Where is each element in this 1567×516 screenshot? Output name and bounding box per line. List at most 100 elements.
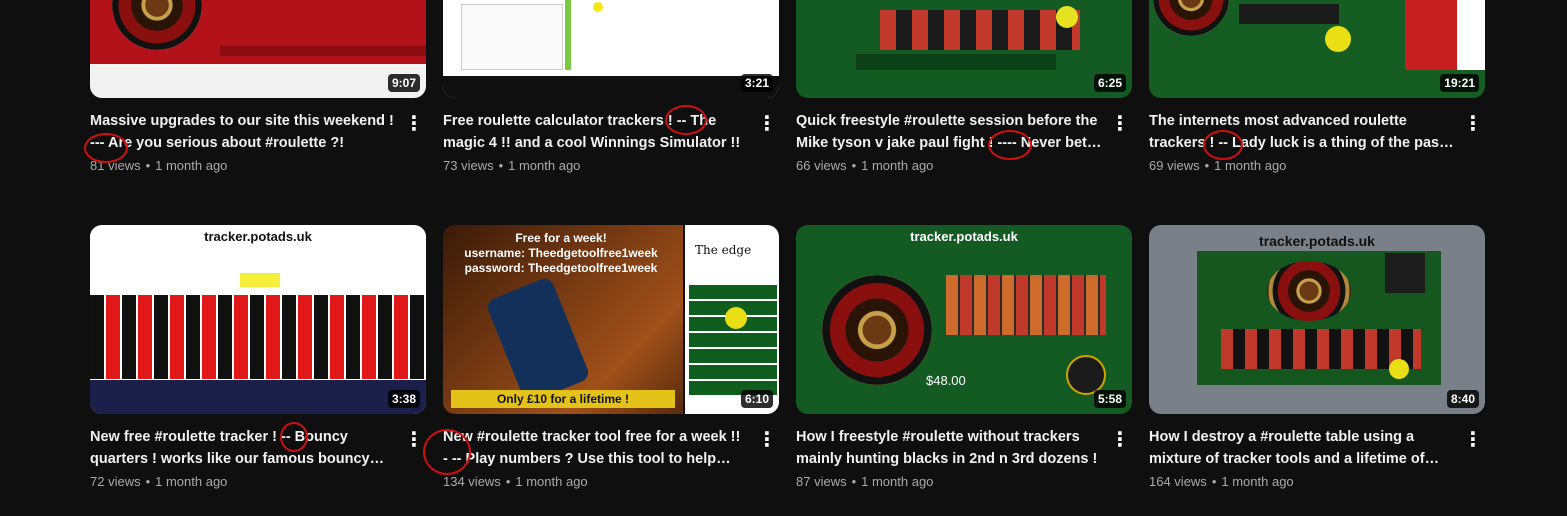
phone-image (484, 275, 592, 405)
cursor-highlight (240, 273, 280, 287)
separator-dot: • (505, 474, 511, 489)
video-thumbnail[interactable]: tracker.potads.uk 3:38 (90, 225, 426, 414)
video-thumbnail[interactable]: tracker.potads.uk 8:40 (1149, 225, 1485, 414)
app-number-grid (689, 285, 777, 395)
upload-age: 1 month ago (508, 158, 581, 173)
roulette-wheel-image (112, 0, 202, 50)
video-card[interactable]: tracker.potads.uk $48.00 5:58 How I free… (796, 225, 1132, 489)
video-card[interactable]: 19:21 The internets most advanced roulet… (1149, 0, 1485, 173)
duration-badge: 3:21 (740, 74, 773, 92)
video-stats: 164 views • 1 month ago (1149, 474, 1455, 489)
roulette-wheel-image (1267, 261, 1351, 321)
video-title[interactable]: How I destroy a #roulette table using a … (1149, 426, 1455, 470)
more-options-icon[interactable]: ⋮ (1461, 428, 1485, 451)
spin-button-image (1066, 355, 1106, 395)
view-count: 66 views (796, 158, 847, 173)
view-count: 87 views (796, 474, 847, 489)
video-thumbnail[interactable]: 19:21 (1149, 0, 1485, 98)
video-title[interactable]: Massive upgrades to our site this weeken… (90, 110, 396, 154)
separator-dot: • (498, 158, 504, 173)
hot-cold-panel (1385, 253, 1425, 293)
video-thumbnail[interactable]: Free for a week! username: Theedgetoolfr… (443, 225, 779, 414)
watermark-site: tracker.potads.uk (910, 229, 1018, 244)
video-title[interactable]: New #roulette tracker tool free for a we… (443, 426, 749, 470)
table-strip (220, 46, 426, 56)
promo-text: Free for a week! username: Theedgetoolfr… (443, 231, 679, 276)
promo-line-1: Free for a week! (515, 231, 607, 245)
video-title[interactable]: Free roulette calculator trackers ! -- T… (443, 110, 749, 154)
view-count: 164 views (1149, 474, 1207, 489)
number-column-image (1405, 0, 1457, 70)
separator-dot: • (851, 158, 857, 173)
duration-badge: 6:25 (1093, 74, 1126, 92)
video-card[interactable]: 3:21 Free roulette calculator trackers !… (443, 0, 779, 173)
promo-line-2: username: Theedgetoolfree1week (464, 246, 658, 260)
betting-table-image (946, 275, 1106, 335)
watermark-site: tracker.potads.uk (90, 229, 426, 244)
upload-age: 1 month ago (861, 158, 934, 173)
ads-banner (90, 380, 426, 414)
video-title[interactable]: How I freestyle #roulette without tracke… (796, 426, 1102, 470)
video-title[interactable]: The internets most advanced roulette tra… (1149, 110, 1455, 154)
video-thumbnail[interactable]: tracker.potads.uk $48.00 5:58 (796, 225, 1132, 414)
video-stats: 134 views • 1 month ago (443, 474, 749, 489)
side-panel (1457, 0, 1485, 70)
more-options-icon[interactable]: ⋮ (1108, 428, 1132, 451)
video-card[interactable]: tracker.potads.uk 8:40 How I destroy a #… (1149, 225, 1485, 489)
video-grid: 9:07 Massive upgrades to our site this w… (0, 0, 1567, 516)
upload-age: 1 month ago (155, 474, 228, 489)
app-title: The edge (695, 243, 752, 257)
cursor-highlight (725, 307, 747, 329)
duration-badge: 8:40 (1446, 390, 1479, 408)
tracker-panel-image (461, 4, 563, 70)
promo-line-3: password: Theedgetoolfree1week (464, 261, 658, 275)
separator-dot: • (145, 158, 151, 173)
separator-dot: • (851, 474, 857, 489)
duration-badge: 19:21 (1440, 74, 1479, 92)
controls-strip (856, 54, 1056, 70)
video-stats: 66 views • 1 month ago (796, 158, 1102, 173)
tracker-grid-image (90, 295, 426, 379)
app-screenshot: The edge (683, 225, 779, 414)
video-stats: 72 views • 1 month ago (90, 474, 396, 489)
view-count: 69 views (1149, 158, 1200, 173)
video-card[interactable]: tracker.potads.uk 3:38 New free #roulett… (90, 225, 426, 489)
video-title[interactable]: Quick freestyle #roulette session before… (796, 110, 1102, 154)
video-stats: 87 views • 1 month ago (796, 474, 1102, 489)
stats-panel (1239, 4, 1339, 24)
duration-badge: 9:07 (387, 74, 420, 92)
upload-age: 1 month ago (515, 474, 588, 489)
video-thumbnail[interactable]: 6:25 (796, 0, 1132, 98)
betting-table-image (880, 10, 1080, 50)
video-stats: 73 views • 1 month ago (443, 158, 749, 173)
more-options-icon[interactable]: ⋮ (755, 112, 779, 135)
video-stats: 69 views • 1 month ago (1149, 158, 1455, 173)
more-options-icon[interactable]: ⋮ (1108, 112, 1132, 135)
video-card[interactable]: 6:25 Quick freestyle #roulette session b… (796, 0, 1132, 173)
more-options-icon[interactable]: ⋮ (755, 428, 779, 451)
toolbar-strip (90, 64, 426, 98)
green-bar (565, 0, 571, 70)
video-card[interactable]: 9:07 Massive upgrades to our site this w… (84, 0, 426, 173)
video-card[interactable]: Free for a week! username: Theedgetoolfr… (423, 225, 779, 489)
more-options-icon[interactable]: ⋮ (402, 428, 426, 451)
video-title[interactable]: New free #roulette tracker ! -- Bouncy q… (90, 426, 396, 470)
video-thumbnail[interactable]: 9:07 (90, 0, 426, 98)
video-stats: 81 views • 1 month ago (90, 158, 396, 173)
cursor-highlight (1389, 359, 1409, 379)
cursor-highlight (1325, 26, 1351, 52)
watermark-site: tracker.potads.uk (1259, 233, 1375, 249)
bottom-bar (443, 76, 779, 98)
view-count: 81 views (90, 158, 141, 173)
upload-age: 1 month ago (1214, 158, 1287, 173)
duration-badge: 6:10 (740, 390, 773, 408)
separator-dot: • (1204, 158, 1210, 173)
separator-dot: • (1211, 474, 1217, 489)
video-thumbnail[interactable]: 3:21 (443, 0, 779, 98)
cursor-highlight (593, 2, 603, 12)
upload-age: 1 month ago (155, 158, 228, 173)
betting-table-image (220, 4, 420, 44)
more-options-icon[interactable]: ⋮ (402, 112, 426, 135)
more-options-icon[interactable]: ⋮ (1461, 112, 1485, 135)
roulette-wheel-image (1153, 0, 1229, 36)
